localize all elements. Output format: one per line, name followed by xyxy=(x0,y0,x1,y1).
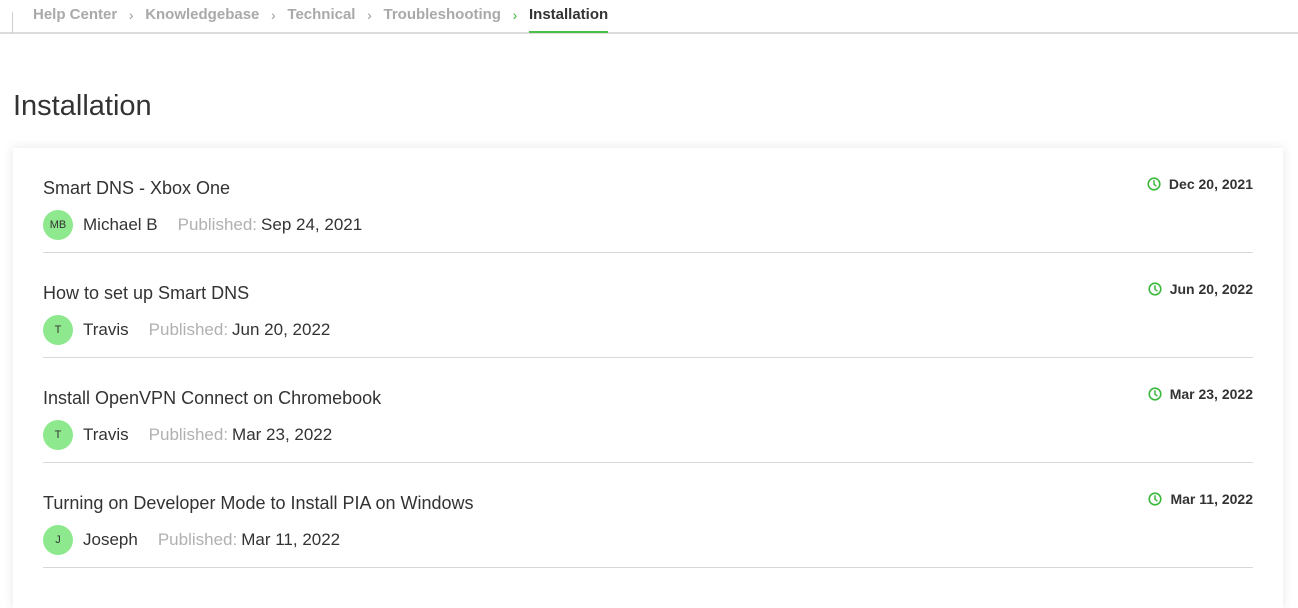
breadcrumb-technical[interactable]: Technical xyxy=(287,6,355,23)
published-label: Published: xyxy=(148,320,229,339)
article-meta: MB Michael B Published: Sep 24, 2021 xyxy=(43,210,362,240)
top-navigation-bar: Help Center › Knowledgebase › Technical … xyxy=(0,0,1298,34)
author-name: Travis xyxy=(83,425,129,444)
article-title-link[interactable]: Install OpenVPN Connect on Chromebook xyxy=(43,388,381,409)
published-label: Published: xyxy=(157,530,238,549)
updated-date: Jun 20, 2022 xyxy=(1169,281,1253,297)
chevron-right-icon: › xyxy=(128,6,134,23)
chevron-right-icon: › xyxy=(271,6,276,23)
published-date: Sep 24, 2021 xyxy=(261,215,363,234)
published-date: Mar 23, 2022 xyxy=(232,425,333,444)
avatar: T xyxy=(43,420,73,450)
list-item: Install OpenVPN Connect on Chromebook T … xyxy=(43,358,1253,463)
article-title-link[interactable]: Turning on Developer Mode to Install PIA… xyxy=(43,493,474,514)
breadcrumb-help-center[interactable]: Help Center xyxy=(33,6,117,23)
breadcrumb-installation-current: Installation xyxy=(528,6,609,33)
page-title: Installation xyxy=(13,90,152,122)
article-meta: J Joseph Published: Mar 11, 2022 xyxy=(43,525,340,555)
article-list: Smart DNS - Xbox One MB Michael B Publis… xyxy=(13,148,1283,608)
list-item: Smart DNS - Xbox One MB Michael B Publis… xyxy=(43,148,1253,253)
updated-date-badge: Jun 20, 2022 xyxy=(1148,281,1253,297)
chevron-right-icon: › xyxy=(512,6,518,23)
published-date: Mar 11, 2022 xyxy=(241,530,341,549)
clock-icon xyxy=(1148,492,1163,506)
article-meta: T Travis Published: Mar 23, 2022 xyxy=(43,420,332,450)
author-name: Travis xyxy=(83,320,129,339)
article-meta: T Travis Published: Jun 20, 2022 xyxy=(43,315,330,345)
updated-date: Mar 11, 2022 xyxy=(1170,491,1253,507)
divider xyxy=(12,12,13,34)
article-title-link[interactable]: How to set up Smart DNS xyxy=(43,283,249,304)
author-name: Michael B xyxy=(83,215,158,234)
published-label: Published: xyxy=(177,215,258,234)
clock-icon xyxy=(1148,282,1162,296)
updated-date: Dec 20, 2021 xyxy=(1168,176,1253,192)
clock-icon xyxy=(1147,177,1161,191)
updated-date-badge: Mar 11, 2022 xyxy=(1148,491,1253,507)
updated-date: Mar 23, 2022 xyxy=(1169,386,1253,402)
breadcrumb-knowledgebase[interactable]: Knowledgebase xyxy=(145,6,259,23)
clock-icon xyxy=(1148,387,1162,401)
chevron-right-icon: › xyxy=(367,6,372,23)
published-label: Published: xyxy=(148,425,229,444)
avatar: J xyxy=(43,525,73,555)
list-item: How to set up Smart DNS T Travis Publish… xyxy=(43,253,1253,358)
published-date: Jun 20, 2022 xyxy=(232,320,331,339)
breadcrumb: Help Center › Knowledgebase › Technical … xyxy=(33,6,609,33)
article-title-link[interactable]: Smart DNS - Xbox One xyxy=(43,178,230,199)
breadcrumb-troubleshooting[interactable]: Troubleshooting xyxy=(383,6,501,23)
updated-date-badge: Dec 20, 2021 xyxy=(1147,176,1253,192)
updated-date-badge: Mar 23, 2022 xyxy=(1148,386,1253,402)
avatar: T xyxy=(43,315,73,345)
author-name: Joseph xyxy=(83,530,138,549)
avatar: MB xyxy=(43,210,73,240)
list-item: Turning on Developer Mode to Install PIA… xyxy=(43,463,1253,568)
